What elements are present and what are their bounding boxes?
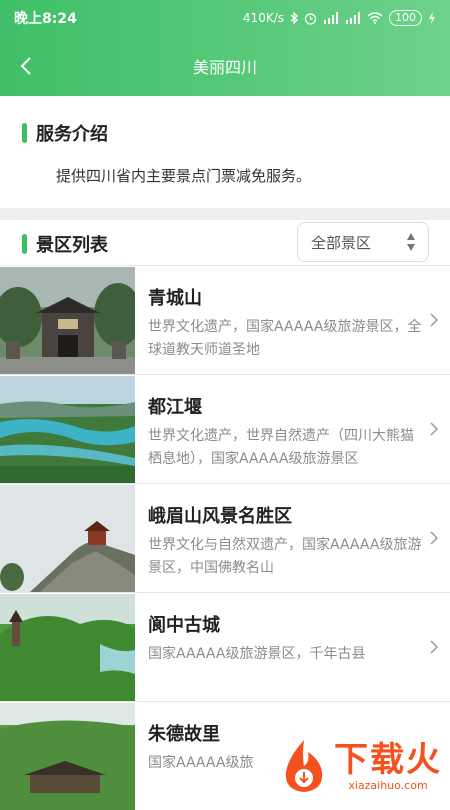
filter-selected-value: 全部景区 xyxy=(311,232,371,253)
spot-description: 国家AAAAA级旅游景区，千年古县 xyxy=(148,643,426,666)
chevron-right-icon xyxy=(430,313,438,327)
list-item[interactable]: 阆中古城 国家AAAAA级旅游景区，千年古县 xyxy=(0,592,450,701)
section-marker xyxy=(22,234,27,254)
region-filter-dropdown[interactable]: 全部景区 xyxy=(297,222,429,262)
status-time: 晚上8:24 xyxy=(14,8,77,28)
network-speed: 410K/s xyxy=(243,11,284,25)
back-button[interactable] xyxy=(10,50,42,82)
spot-thumbnail xyxy=(0,703,135,810)
flame-logo-icon xyxy=(278,738,330,794)
intro-title: 服务介绍 xyxy=(36,120,108,146)
signal-icon xyxy=(345,12,361,24)
status-icons: 410K/s 100 xyxy=(243,10,436,26)
spot-name: 峨眉山风景名胜区 xyxy=(148,502,292,528)
spot-name: 青城山 xyxy=(148,284,202,310)
chevron-right-icon xyxy=(430,531,438,545)
spot-thumbnail xyxy=(0,485,135,592)
intro-text: 提供四川省内主要景点门票减免服务。 xyxy=(56,165,311,186)
spot-thumbnail xyxy=(0,267,135,374)
watermark-url: xiazaihuo.com xyxy=(348,779,427,792)
scenic-spot-list: 青城山 世界文化遗产，国家AAAAA级旅游景区，全球道教天师道圣地 都江堰 世界… xyxy=(0,265,450,810)
list-item[interactable]: 峨眉山风景名胜区 世界文化与自然双遗产，国家AAAAA级旅游景区，中国佛教名山 xyxy=(0,483,450,592)
list-heading: 景区列表 xyxy=(22,231,108,257)
chevron-left-icon xyxy=(20,56,32,76)
intro-heading: 服务介绍 xyxy=(22,120,108,146)
sort-arrows-icon xyxy=(406,232,416,252)
chevron-right-icon xyxy=(430,422,438,436)
spot-name: 朱德故里 xyxy=(148,720,220,746)
page-title: 美丽四川 xyxy=(193,54,257,78)
list-item[interactable]: 青城山 世界文化遗产，国家AAAAA级旅游景区，全球道教天师道圣地 xyxy=(0,265,450,374)
list-item[interactable]: 都江堰 世界文化遗产，世界自然遗产（四川大熊猫栖息地），国家AAAAA级旅游景区 xyxy=(0,374,450,483)
spot-name: 阆中古城 xyxy=(148,611,220,637)
watermark: 下载火 xiazaihuo.com xyxy=(278,738,442,794)
spot-thumbnail xyxy=(0,594,135,701)
charging-icon xyxy=(428,12,436,24)
chevron-right-icon xyxy=(430,640,438,654)
alarm-icon xyxy=(304,12,317,25)
signal-icon xyxy=(323,12,339,24)
spot-description: 世界文化遗产，国家AAAAA级旅游景区，全球道教天师道圣地 xyxy=(148,316,426,362)
battery-indicator: 100 xyxy=(389,10,422,26)
spot-description: 世界文化与自然双遗产，国家AAAAA级旅游景区，中国佛教名山 xyxy=(148,534,426,580)
watermark-text: 下载火 xiazaihuo.com xyxy=(334,741,442,792)
spot-description: 世界文化遗产，世界自然遗产（四川大熊猫栖息地），国家AAAAA级旅游景区 xyxy=(148,425,426,471)
app-header: 晚上8:24 410K/s 100 美丽四川 xyxy=(0,0,450,96)
status-bar: 晚上8:24 410K/s 100 xyxy=(0,0,450,36)
spot-thumbnail xyxy=(0,376,135,483)
intro-section: 服务介绍 提供四川省内主要景点门票减免服务。 xyxy=(0,96,450,208)
section-marker xyxy=(22,123,27,143)
wifi-icon xyxy=(367,12,383,24)
section-divider xyxy=(0,208,450,220)
spot-name: 都江堰 xyxy=(148,393,202,419)
watermark-title: 下载火 xyxy=(334,741,442,779)
list-title: 景区列表 xyxy=(36,231,108,257)
title-bar: 美丽四川 xyxy=(0,36,450,96)
bluetooth-icon xyxy=(290,12,298,24)
